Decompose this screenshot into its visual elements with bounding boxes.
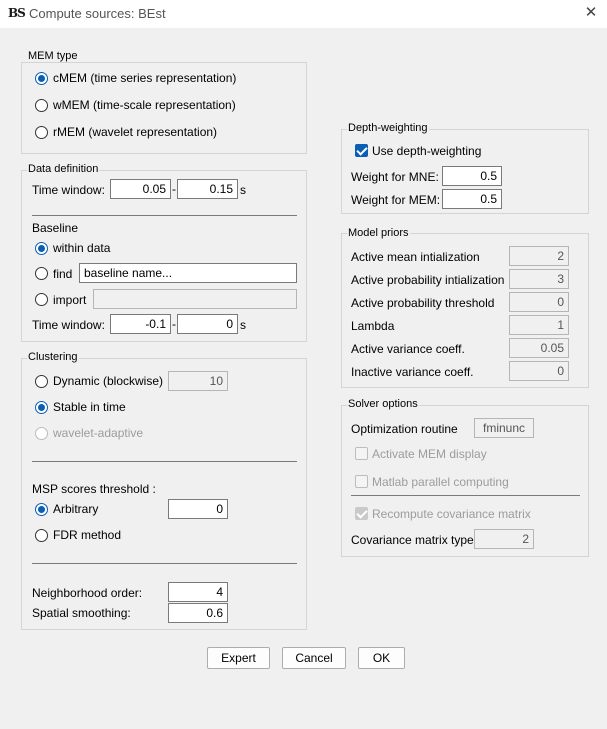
baseline-name-input[interactable]: baseline name... <box>79 263 297 283</box>
model-priors-label: Model priors <box>347 227 410 239</box>
lambda-label: Lambda <box>351 319 395 333</box>
baseline-time-start-input[interactable]: -0.1 <box>110 314 171 334</box>
time-window-start-input[interactable]: 0.05 <box>110 179 171 199</box>
cmem-radio[interactable] <box>35 72 48 85</box>
ok-button[interactable]: OK <box>358 647 405 669</box>
time-window-label: Time window: <box>32 183 105 197</box>
brainstorm-app-icon: BS <box>8 6 26 20</box>
active-mean-init-input[interactable]: 2 <box>509 246 569 266</box>
baseline-time-unit: s <box>240 318 246 332</box>
matlab-parallel-checkbox[interactable] <box>355 475 368 488</box>
active-prob-init-input[interactable]: 3 <box>509 269 569 289</box>
spatial-smoothing-input[interactable]: 0.6 <box>168 603 228 623</box>
matlab-parallel-label[interactable]: Matlab parallel computing <box>372 475 509 489</box>
weight-mem-input[interactable]: 0.5 <box>442 189 502 209</box>
weight-mem-label: Weight for MEM: <box>351 193 441 207</box>
wmem-label[interactable]: wMEM (time-scale representation) <box>53 98 236 112</box>
clustering-separator-1 <box>32 461 297 462</box>
cancel-button[interactable]: Cancel <box>282 647 346 669</box>
inactive-variance-coeff-input[interactable]: 0 <box>509 361 569 381</box>
use-depth-weighting-label[interactable]: Use depth-weighting <box>372 144 481 158</box>
depth-weighting-label: Depth-weighting <box>347 122 429 134</box>
active-prob-threshold-label: Active probability threshold <box>351 296 495 310</box>
recompute-covariance-checkbox[interactable] <box>355 507 368 520</box>
inactive-variance-coeff-label: Inactive variance coeff. <box>351 365 474 379</box>
msp-arbitrary-input[interactable]: 0 <box>168 499 228 519</box>
cmem-label[interactable]: cMEM (time series representation) <box>53 71 236 85</box>
solver-separator <box>351 495 580 496</box>
covariance-type-input[interactable]: 2 <box>474 529 534 549</box>
close-icon[interactable]: ✕ <box>582 4 600 22</box>
time-window-unit: s <box>240 183 246 197</box>
active-prob-init-label: Active probability intialization <box>351 273 505 287</box>
mem-type-label: MEM type <box>27 50 79 62</box>
neighborhood-order-label: Neighborhood order: <box>32 586 143 600</box>
use-depth-weighting-checkbox[interactable] <box>355 144 368 157</box>
active-prob-threshold-input[interactable]: 0 <box>509 292 569 312</box>
clustering-separator-2 <box>32 563 297 564</box>
msp-arbitrary-label[interactable]: Arbitrary <box>53 502 98 516</box>
optimization-routine-label: Optimization routine <box>351 422 458 436</box>
data-definition-label: Data definition <box>27 163 100 175</box>
optimization-routine-input[interactable]: fminunc <box>474 418 534 438</box>
recompute-covariance-label[interactable]: Recompute covariance matrix <box>372 507 531 521</box>
msp-fdr-radio[interactable] <box>35 529 48 542</box>
baseline-import-radio[interactable] <box>35 293 48 306</box>
active-variance-coeff-label: Active variance coeff. <box>351 342 465 356</box>
baseline-within-data-label[interactable]: within data <box>53 241 110 255</box>
clustering-dynamic-radio[interactable] <box>35 375 48 388</box>
clustering-stable-label[interactable]: Stable in time <box>53 400 126 414</box>
activate-mem-display-label[interactable]: Activate MEM display <box>372 447 487 461</box>
clustering-dynamic-input[interactable]: 10 <box>168 371 228 391</box>
spatial-smoothing-label: Spatial smoothing: <box>32 606 131 620</box>
data-definition-separator <box>32 215 297 216</box>
lambda-input[interactable]: 1 <box>509 315 569 335</box>
active-mean-init-label: Active mean intialization <box>351 250 480 264</box>
clustering-dynamic-label[interactable]: Dynamic (blockwise) <box>53 374 163 388</box>
expert-button[interactable]: Expert <box>207 647 270 669</box>
weight-mne-label: Weight for MNE: <box>351 170 439 184</box>
baseline-import-input[interactable] <box>93 289 297 309</box>
msp-arbitrary-radio[interactable] <box>35 503 48 516</box>
activate-mem-display-checkbox[interactable] <box>355 447 368 460</box>
baseline-range-separator: - <box>172 317 176 331</box>
weight-mne-input[interactable]: 0.5 <box>442 166 502 186</box>
baseline-find-radio[interactable] <box>35 267 48 280</box>
baseline-heading: Baseline <box>32 221 79 235</box>
covariance-type-label: Covariance matrix type <box>351 533 474 547</box>
rmem-label[interactable]: rMEM (wavelet representation) <box>53 125 217 139</box>
active-variance-coeff-input[interactable]: 0.05 <box>509 338 569 358</box>
clustering-wavelet-label[interactable]: wavelet-adaptive <box>53 426 143 440</box>
clustering-stable-radio[interactable] <box>35 401 48 414</box>
clustering-label: Clustering <box>27 351 79 363</box>
rmem-radio[interactable] <box>35 126 48 139</box>
msp-threshold-label: MSP scores threshold : <box>32 482 156 496</box>
baseline-find-label[interactable]: find <box>53 267 72 281</box>
neighborhood-order-input[interactable]: 4 <box>168 582 228 602</box>
solver-options-label: Solver options <box>347 398 419 410</box>
wmem-radio[interactable] <box>35 99 48 112</box>
baseline-time-window-label: Time window: <box>32 318 105 332</box>
baseline-time-end-input[interactable]: 0 <box>177 314 238 334</box>
time-window-range-separator: - <box>172 182 176 196</box>
window-title: Compute sources: BEst <box>29 6 166 21</box>
msp-fdr-label[interactable]: FDR method <box>53 528 121 542</box>
clustering-wavelet-radio[interactable] <box>35 427 48 440</box>
baseline-within-data-radio[interactable] <box>35 242 48 255</box>
baseline-import-label[interactable]: import <box>53 293 86 307</box>
time-window-end-input[interactable]: 0.15 <box>177 179 238 199</box>
